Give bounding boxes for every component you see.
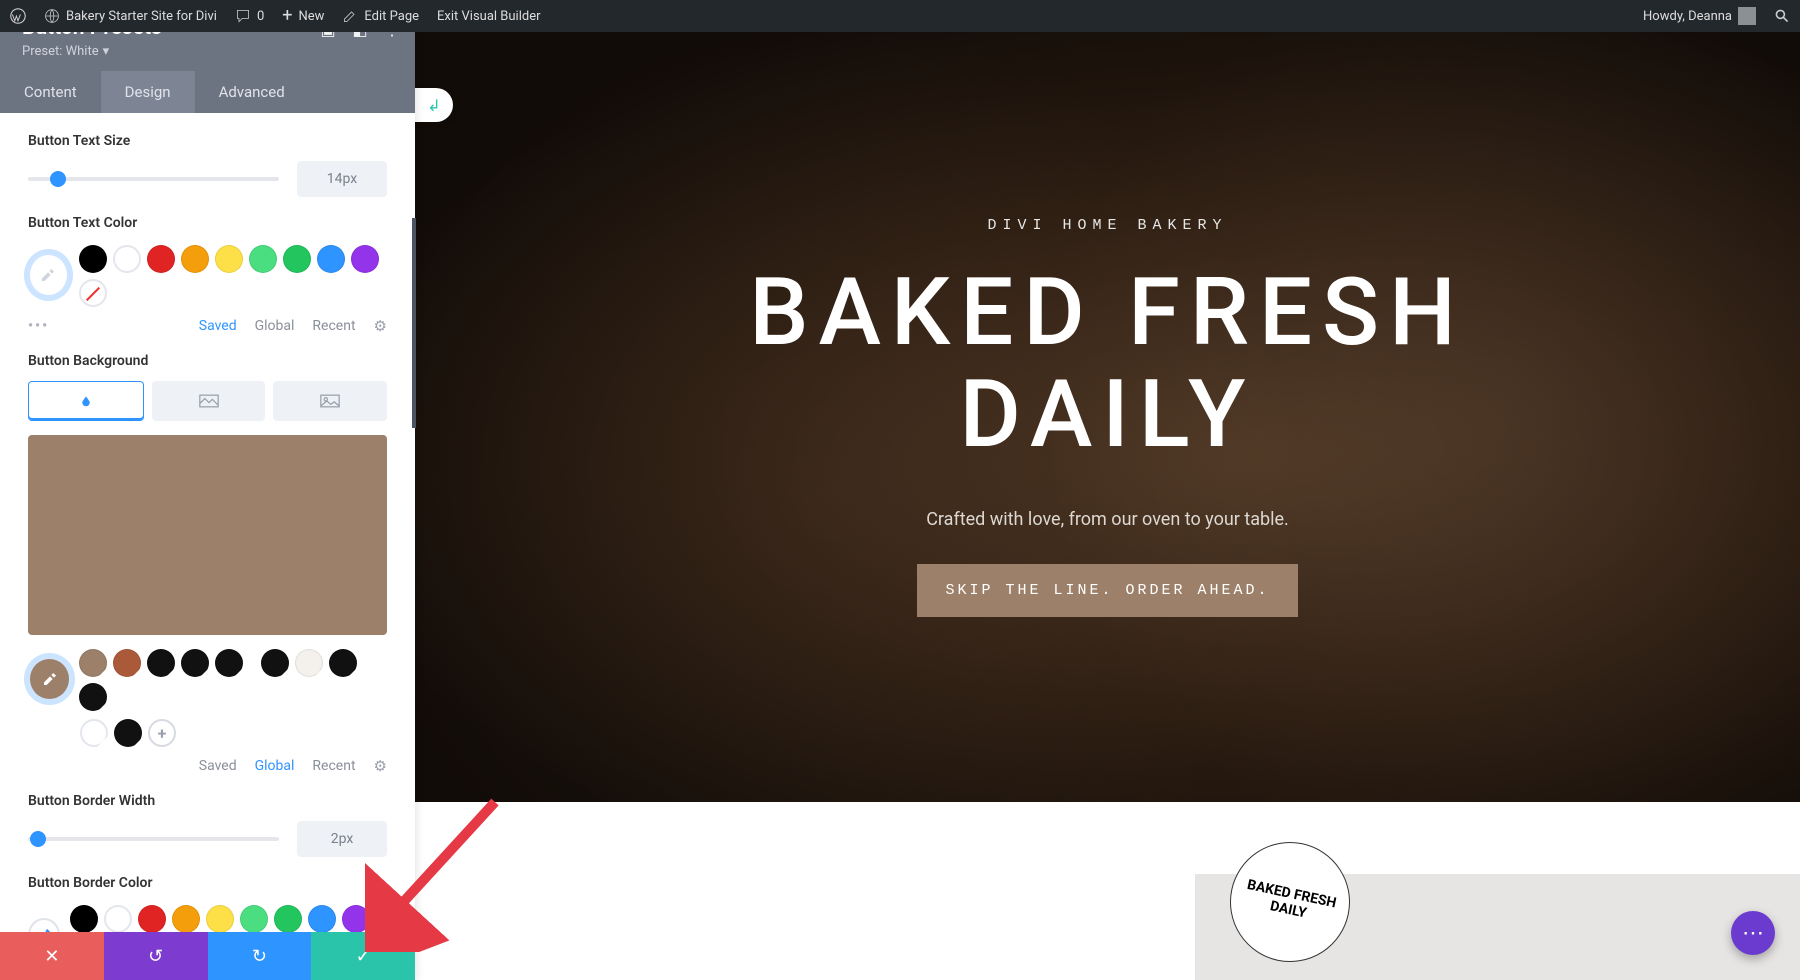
label-border-width: Button Border Width (28, 793, 387, 809)
expand-handle[interactable]: ↲ (415, 88, 453, 122)
color-swatch[interactable]: + (148, 719, 176, 747)
gear-icon[interactable]: ⚙ (374, 757, 387, 775)
color-swatch[interactable] (181, 649, 209, 677)
bg-global-swatches-2: + (80, 719, 387, 747)
sidebar-footer: ✕ ↺ ↻ ✓ (0, 932, 415, 980)
border-color-swatches (70, 905, 387, 932)
color-swatch[interactable] (283, 245, 311, 273)
bg-global-swatches (79, 649, 387, 711)
sidebar-body: Button Text Size 14px Button Text Color … (0, 113, 415, 932)
exit-visual-builder[interactable]: Exit Visual Builder (437, 9, 540, 24)
save-button[interactable]: ✓ (311, 932, 415, 980)
bg-palette-global[interactable]: Global (255, 758, 295, 774)
color-swatch[interactable] (240, 905, 268, 932)
preset-dropdown[interactable]: Preset: White▾ (22, 44, 393, 59)
color-swatch[interactable] (172, 905, 200, 932)
more-colors-icon[interactable]: ••• (28, 318, 49, 334)
eyedropper-border[interactable] (28, 918, 60, 932)
palette-recent[interactable]: Recent (312, 318, 355, 334)
tab-design[interactable]: Design (101, 71, 195, 113)
background-preview[interactable] (28, 435, 387, 635)
color-swatch[interactable] (329, 649, 357, 677)
color-swatch[interactable] (147, 649, 175, 677)
color-swatch[interactable] (104, 905, 132, 932)
eyedropper-bg[interactable] (28, 657, 71, 701)
color-swatch[interactable] (138, 905, 166, 932)
hero-eyebrow: DIVI HOME BAKERY (987, 217, 1227, 234)
color-swatch[interactable] (181, 245, 209, 273)
builder-fab[interactable]: ⋯ (1731, 911, 1775, 955)
slider-thumb[interactable] (30, 831, 46, 847)
page-preview: DIVI HOME BAKERY BAKED FRESH DAILY Craft… (415, 32, 1800, 980)
color-swatch[interactable] (79, 245, 107, 273)
color-swatch[interactable] (147, 245, 175, 273)
bg-palette-recent[interactable]: Recent (312, 758, 355, 774)
content-section: BAKED FRESH DAILY (415, 802, 1800, 980)
text-color-swatches (79, 245, 387, 307)
color-swatch[interactable] (215, 245, 243, 273)
color-swatch[interactable] (261, 649, 289, 677)
color-swatch[interactable] (215, 649, 243, 677)
tab-advanced[interactable]: Advanced (195, 71, 309, 113)
cancel-button[interactable]: ✕ (0, 932, 104, 980)
bg-tab-gradient[interactable] (152, 381, 266, 421)
edit-page[interactable]: Edit Page (342, 8, 419, 24)
color-swatch[interactable] (317, 245, 345, 273)
label-text-size: Button Text Size (28, 133, 387, 149)
search-icon[interactable] (1774, 8, 1790, 24)
avatar (1738, 7, 1756, 25)
color-swatch[interactable] (113, 245, 141, 273)
palette-global[interactable]: Global (255, 318, 295, 334)
slider-thumb[interactable] (50, 171, 66, 187)
comments-count[interactable]: 0 (235, 8, 264, 24)
text-size-slider[interactable] (28, 177, 279, 181)
label-border-color: Button Border Color (28, 875, 387, 891)
bg-tab-image[interactable] (273, 381, 387, 421)
color-swatch[interactable] (114, 719, 142, 747)
label-background: Button Background (28, 353, 387, 369)
hero-subtitle: Crafted with love, from our oven to your… (926, 509, 1289, 530)
hero-title: BAKED FRESH DAILY (749, 262, 1466, 465)
color-swatch[interactable] (70, 905, 98, 932)
bg-tab-color[interactable] (28, 381, 144, 421)
undo-button[interactable]: ↺ (104, 932, 208, 980)
site-name[interactable]: Bakery Starter Site for Divi (44, 8, 217, 24)
color-swatch[interactable] (249, 245, 277, 273)
color-swatch[interactable] (79, 649, 107, 677)
chevron-down-icon: ▾ (103, 44, 110, 59)
color-swatch[interactable] (308, 905, 336, 932)
color-swatch[interactable] (351, 245, 379, 273)
settings-sidebar: Button Presets Preset: White▾ ▣ ◧ ⋮ Cont… (0, 0, 415, 980)
text-size-value[interactable]: 14px (297, 161, 387, 197)
palette-saved[interactable]: Saved (199, 318, 237, 334)
border-width-value[interactable]: 2px (297, 821, 387, 857)
border-width-slider[interactable] (28, 837, 279, 841)
new-menu[interactable]: +New (282, 7, 324, 25)
color-swatch[interactable] (342, 905, 370, 932)
howdy-user[interactable]: Howdy, Deanna (1643, 7, 1756, 25)
scroll-indicator (412, 218, 416, 428)
wp-logo[interactable] (10, 8, 26, 24)
gear-icon[interactable]: ⚙ (374, 317, 387, 335)
color-swatch[interactable] (295, 649, 323, 677)
wp-admin-bar: Bakery Starter Site for Divi 0 +New Edit… (0, 0, 1800, 32)
tab-content[interactable]: Content (0, 71, 101, 113)
sidebar-tabs: Content Design Advanced (0, 71, 415, 113)
eyedropper-button[interactable] (28, 253, 69, 297)
hero-section: DIVI HOME BAKERY BAKED FRESH DAILY Craft… (415, 32, 1800, 802)
hero-cta-button[interactable]: SKIP THE LINE. ORDER AHEAD. (917, 564, 1297, 617)
color-swatch[interactable] (113, 649, 141, 677)
color-swatch[interactable] (206, 905, 234, 932)
color-swatch[interactable] (79, 279, 107, 307)
redo-button[interactable]: ↻ (208, 932, 312, 980)
color-swatch[interactable] (79, 683, 107, 711)
bg-palette-saved[interactable]: Saved (199, 758, 237, 774)
color-swatch[interactable] (274, 905, 302, 932)
color-swatch[interactable] (80, 719, 108, 747)
label-text-color: Button Text Color (28, 215, 387, 231)
